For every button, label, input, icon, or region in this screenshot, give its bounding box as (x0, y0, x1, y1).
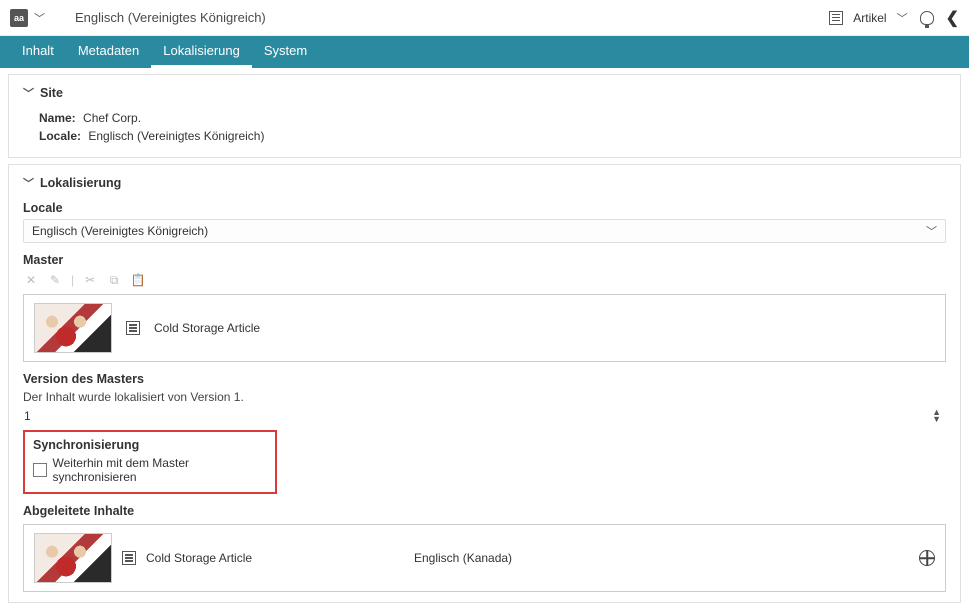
master-toolbar: ✕ ✎ | ✂ ⧉ 📋 (23, 273, 946, 288)
version-label: Version des Masters (23, 372, 946, 386)
chevron-down-icon[interactable]: ﹀ (23, 85, 34, 101)
chevron-down-icon: ﹀ (926, 223, 937, 239)
site-panel-header[interactable]: ﹀ Site (23, 85, 946, 101)
site-name-value: Chef Corp. (83, 111, 141, 125)
lightbulb-icon[interactable] (918, 9, 936, 27)
localization-section-title: Lokalisierung (40, 176, 121, 190)
locale-label: Locale (23, 201, 946, 215)
master-thumbnail (34, 303, 112, 353)
site-locale-row: Locale: Englisch (Vereinigtes Königreich… (39, 129, 946, 143)
chevron-down-icon[interactable]: ﹀ (34, 10, 45, 26)
copy-icon[interactable]: ⧉ (106, 273, 122, 288)
sync-highlight-box: Synchronisierung Weiterhin mit dem Maste… (23, 430, 277, 494)
derived-col-title: Cold Storage Article (34, 533, 414, 583)
locale-select[interactable]: Englisch (Vereinigtes Königreich) ﹀ (23, 219, 946, 243)
delete-icon[interactable]: ✕ (23, 273, 39, 288)
top-bar: aa ﹀ Englisch (Vereinigtes Königreich) A… (0, 0, 969, 36)
topbar-right: Artikel ﹀ ❮ (829, 8, 959, 28)
language-icon[interactable]: aa (10, 9, 28, 27)
chevron-down-icon[interactable]: ﹀ (897, 10, 908, 26)
sync-checkbox-row: Weiterhin mit dem Master synchronisieren (33, 456, 267, 484)
version-stepper[interactable]: 1 ▲ ▼ (23, 408, 946, 424)
derived-col-locale: Englisch (Kanada) (414, 551, 919, 565)
edit-icon[interactable]: ✎ (47, 273, 63, 288)
stepper-arrows[interactable]: ▲ ▼ (932, 409, 941, 423)
derived-article-title: Cold Storage Article (146, 551, 252, 565)
version-value: 1 (24, 409, 31, 423)
chevron-down-icon[interactable]: ﹀ (23, 175, 34, 191)
sync-label: Synchronisierung (33, 438, 267, 452)
derived-label: Abgeleitete Inhalte (23, 504, 946, 518)
tab-inhalt[interactable]: Inhalt (10, 36, 66, 68)
type-label: Artikel (853, 11, 886, 25)
article-icon (126, 321, 140, 335)
article-icon (829, 11, 843, 25)
master-article-title: Cold Storage Article (154, 321, 260, 335)
cut-icon[interactable]: ✂ (82, 273, 98, 288)
tab-bar: Inhalt Metadaten Lokalisierung System (0, 36, 969, 68)
globe-icon[interactable] (919, 550, 935, 566)
master-label: Master (23, 253, 946, 267)
sync-checkbox-label: Weiterhin mit dem Master synchronisieren (53, 456, 268, 484)
topbar-left: aa ﹀ Englisch (Vereinigtes Königreich) (10, 9, 829, 27)
site-name-row: Name: Chef Corp. (39, 111, 946, 125)
site-panel: ﹀ Site Name: Chef Corp. Locale: Englisch… (8, 74, 961, 158)
collapse-panel-icon[interactable]: ❮ (946, 8, 959, 28)
paste-icon[interactable]: 📋 (130, 273, 146, 288)
stepper-down-icon[interactable]: ▼ (932, 416, 941, 423)
tab-system[interactable]: System (252, 36, 319, 68)
localization-panel-header[interactable]: ﹀ Lokalisierung (23, 175, 946, 191)
master-article-box[interactable]: Cold Storage Article (23, 294, 946, 362)
localization-panel: ﹀ Lokalisierung Locale Englisch (Vereini… (8, 164, 961, 603)
toolbar-separator: | (71, 273, 74, 288)
tab-lokalisierung[interactable]: Lokalisierung (151, 36, 252, 68)
site-section-title: Site (40, 86, 63, 100)
article-icon (122, 551, 136, 565)
sync-checkbox[interactable] (33, 463, 47, 477)
site-name-label: Name: (39, 111, 76, 125)
site-locale-value: Englisch (Vereinigtes Königreich) (88, 129, 264, 143)
derived-thumbnail (34, 533, 112, 583)
locale-select-value: Englisch (Vereinigtes Königreich) (32, 224, 208, 238)
site-locale-label: Locale: (39, 129, 81, 143)
derived-locale: Englisch (Kanada) (414, 551, 512, 565)
derived-article-row[interactable]: Cold Storage Article Englisch (Kanada) (23, 524, 946, 592)
version-text: Der Inhalt wurde lokalisiert von Version… (23, 390, 946, 404)
language-label: Englisch (Vereinigtes Königreich) (75, 10, 266, 25)
tab-metadaten[interactable]: Metadaten (66, 36, 151, 68)
